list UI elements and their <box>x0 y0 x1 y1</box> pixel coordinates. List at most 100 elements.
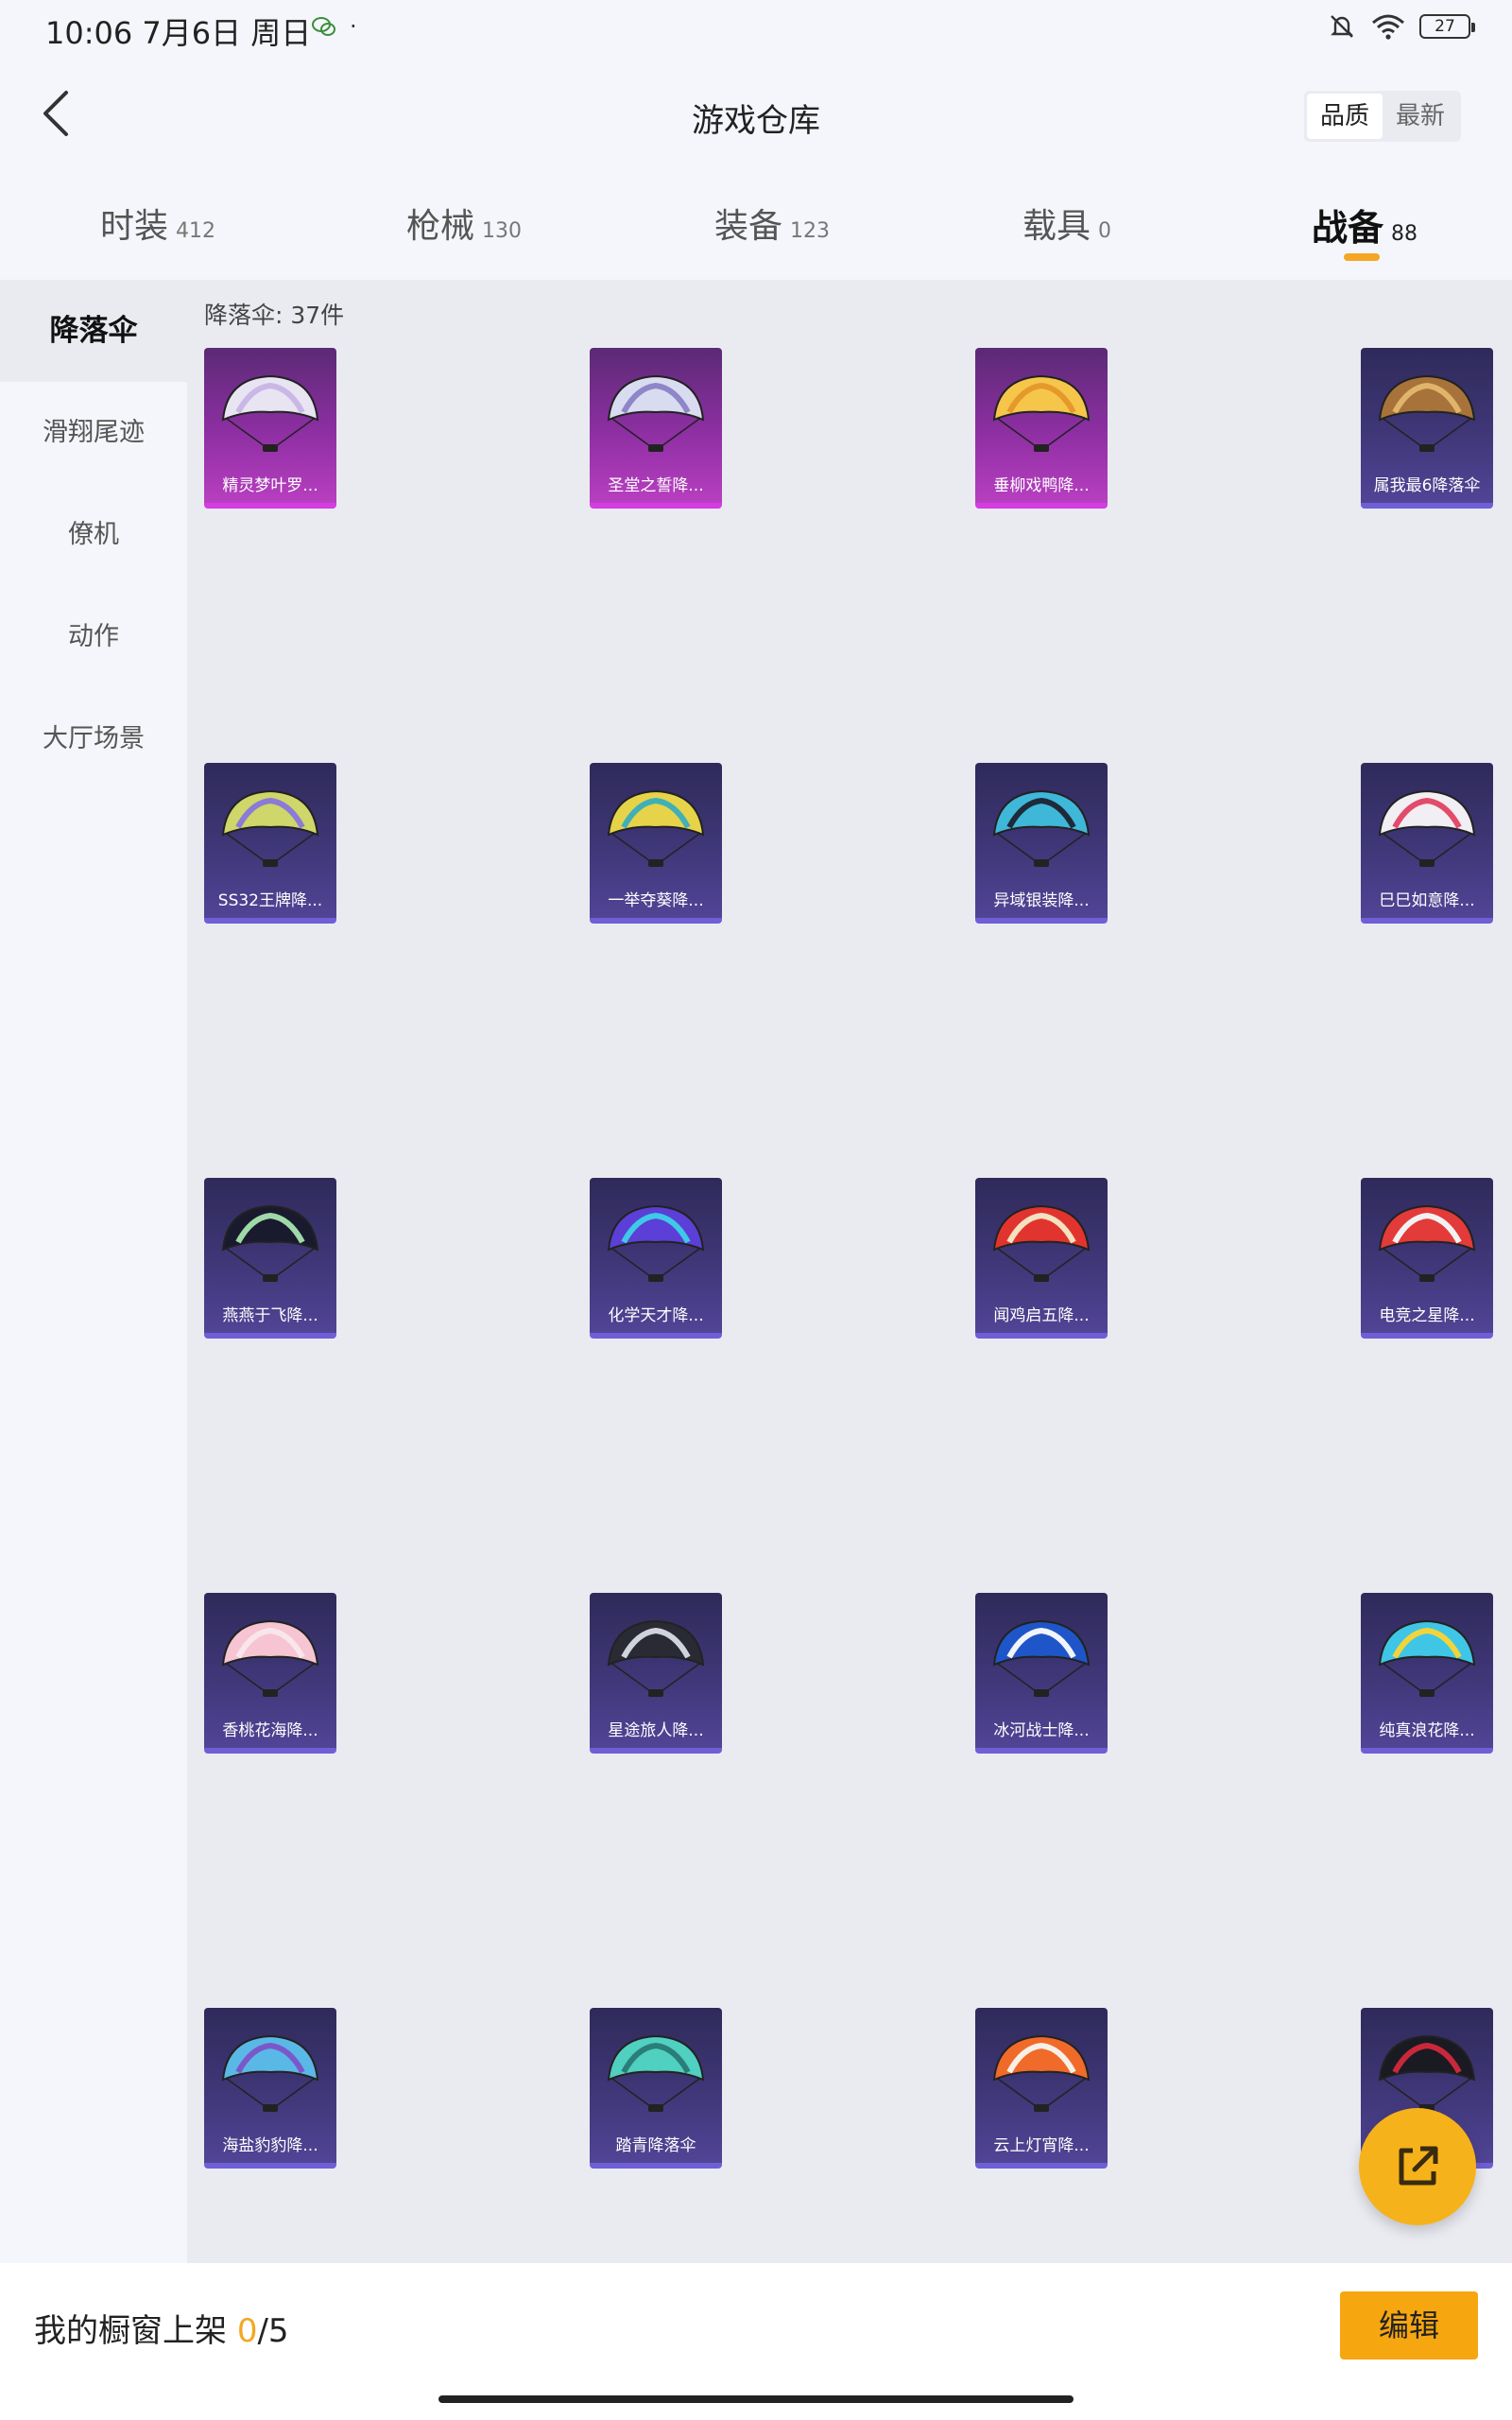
item-name: 燕燕于飞降... <box>222 1306 318 1325</box>
item-name: 冰河战士降... <box>993 1721 1090 1740</box>
showcase-total-count: 5 <box>267 2312 289 2350</box>
parachute-icon <box>221 1619 319 1697</box>
tab-label: 枪械 <box>406 207 475 246</box>
parachute-icon <box>992 374 1091 452</box>
item-name: 巳巳如意降... <box>1379 891 1475 910</box>
item-name: 踏青降落伞 <box>615 2136 696 2155</box>
parachute-icon <box>607 2034 705 2112</box>
tab-count: 0 <box>1098 219 1112 243</box>
item-card[interactable]: 星途旅人降... <box>590 1593 722 1754</box>
item-name: 化学天才降... <box>608 1306 704 1325</box>
item-name: 闻鸡启五降... <box>993 1306 1090 1325</box>
edit-button[interactable]: 编辑 <box>1340 2291 1478 2360</box>
item-card[interactable]: 化学天才降... <box>590 1178 722 1339</box>
tab-fashion[interactable]: 时装 412 <box>100 199 215 248</box>
item-card[interactable]: SS32王牌降... <box>204 763 336 924</box>
item-name: 一举夺葵降... <box>608 891 704 910</box>
home-indicator <box>438 2395 1074 2403</box>
status-right: 27 <box>1327 11 1475 42</box>
tab-count: 88 <box>1391 222 1418 246</box>
item-name: 圣堂之誓降... <box>608 476 704 495</box>
item-card[interactable]: 精灵梦叶罗... <box>204 348 336 509</box>
item-card[interactable]: 燕燕于飞降... <box>204 1178 336 1339</box>
tab-equipment[interactable]: 装备 123 <box>714 199 830 248</box>
item-name: 垂柳戏鸭降... <box>993 476 1090 495</box>
page-title: 游戏仓库 <box>692 102 820 140</box>
parachute-icon <box>221 1204 319 1282</box>
parachute-icon <box>992 1204 1091 1282</box>
category-tabs: 时装 412 枪械 130 装备 123 载具 0 战备 88 <box>0 170 1512 280</box>
item-card[interactable]: 属我最6降落伞 <box>1361 348 1493 509</box>
item-card[interactable]: 垂柳戏鸭降... <box>975 348 1108 509</box>
item-card[interactable]: 一举夺葵降... <box>590 763 722 924</box>
status-bar: 10:06 7月6日 周日 · 27 <box>0 0 1512 57</box>
wifi-icon <box>1372 14 1404 40</box>
item-card[interactable]: 电竞之星降... <box>1361 1178 1493 1339</box>
item-name: 云上灯宵降... <box>993 2136 1090 2155</box>
tab-label: 战备 <box>1312 207 1384 249</box>
parachute-icon <box>992 789 1091 867</box>
showcase-current-count: 0 <box>236 2312 258 2350</box>
item-card[interactable]: 闻鸡启五降... <box>975 1178 1108 1339</box>
parachute-icon <box>1378 1204 1476 1282</box>
parachute-icon <box>607 374 705 452</box>
item-card[interactable]: 圣堂之誓降... <box>590 348 722 509</box>
status-dot: · <box>350 13 357 40</box>
parachute-icon <box>1378 789 1476 867</box>
parachute-icon <box>221 789 319 867</box>
item-name: 属我最6降落伞 <box>1373 476 1481 495</box>
item-card[interactable]: 纯真浪花降... <box>1361 1593 1493 1754</box>
item-card[interactable]: 异域银装降... <box>975 763 1108 924</box>
item-name: 香桃花海降... <box>222 1721 318 1740</box>
status-time: 10:06 7月6日 周日 <box>45 15 312 51</box>
battery-indicator: 27 <box>1419 14 1475 39</box>
sidebar-item-emote[interactable]: 动作 <box>0 586 187 688</box>
sidebar-item-glide-trail[interactable]: 滑翔尾迹 <box>0 382 187 484</box>
share-button[interactable] <box>1359 2108 1476 2225</box>
parachute-icon <box>1378 2034 1476 2112</box>
item-name: 星途旅人降... <box>608 1721 704 1740</box>
parachute-icon <box>992 2034 1091 2112</box>
item-card[interactable]: 冰河战士降... <box>975 1593 1108 1754</box>
tab-count: 123 <box>790 219 831 243</box>
tab-battle-gear[interactable]: 战备 88 <box>1312 199 1418 251</box>
header: 游戏仓库 品质 最新 <box>0 57 1512 170</box>
sort-quality-option[interactable]: 品质 <box>1306 94 1383 139</box>
item-count-label: 降落伞: 37件 <box>204 302 345 329</box>
sidebar: 降落伞 滑翔尾迹 僚机 动作 大厅场景 <box>0 280 187 2263</box>
tab-firearms[interactable]: 枪械 130 <box>406 199 522 248</box>
item-name: 电竞之星降... <box>1379 1306 1475 1325</box>
mute-bell-icon <box>1331 15 1353 38</box>
item-name: 海盐豹豹降... <box>222 2136 318 2155</box>
item-name: 纯真浪花降... <box>1379 1721 1475 1740</box>
active-tab-underline <box>1344 253 1380 261</box>
item-card[interactable]: 巳巳如意降... <box>1361 763 1493 924</box>
tab-count: 412 <box>176 219 216 243</box>
item-card[interactable]: 云上灯宵降... <box>975 2008 1108 2169</box>
tab-vehicles[interactable]: 载具 0 <box>1022 199 1111 248</box>
item-name: SS32王牌降... <box>217 891 323 910</box>
parachute-icon <box>607 1204 705 1282</box>
item-name: 异域银装降... <box>993 891 1090 910</box>
parachute-icon <box>221 2034 319 2112</box>
tab-label: 载具 <box>1022 207 1091 246</box>
parachute-icon <box>1378 374 1476 452</box>
item-name: 精灵梦叶罗... <box>222 476 318 495</box>
tab-label: 装备 <box>714 207 783 246</box>
item-grid-panel: 降落伞: 37件 精灵梦叶罗... 圣堂之誓降... 垂柳戏鸭降... 属我最6降落伞… <box>187 280 1512 2263</box>
parachute-icon <box>992 1619 1091 1697</box>
tab-count: 130 <box>482 219 523 243</box>
sidebar-item-parachute[interactable]: 降落伞 <box>0 280 187 382</box>
sort-newest-option[interactable]: 最新 <box>1383 94 1458 139</box>
tab-label: 时装 <box>100 207 169 246</box>
sidebar-item-wingman[interactable]: 僚机 <box>0 484 187 586</box>
parachute-icon <box>607 1619 705 1697</box>
showcase-status: 我的橱窗上架 0/5 <box>34 2312 289 2350</box>
item-card[interactable]: 香桃花海降... <box>204 1593 336 1754</box>
wechat-icon <box>312 17 335 36</box>
parachute-icon <box>221 374 319 452</box>
sidebar-item-lobby-scene[interactable]: 大厅场景 <box>0 688 187 790</box>
item-card[interactable]: 海盐豹豹降... <box>204 2008 336 2169</box>
item-card[interactable]: 踏青降落伞 <box>590 2008 722 2169</box>
sort-toggle: 品质 最新 <box>1303 91 1461 142</box>
